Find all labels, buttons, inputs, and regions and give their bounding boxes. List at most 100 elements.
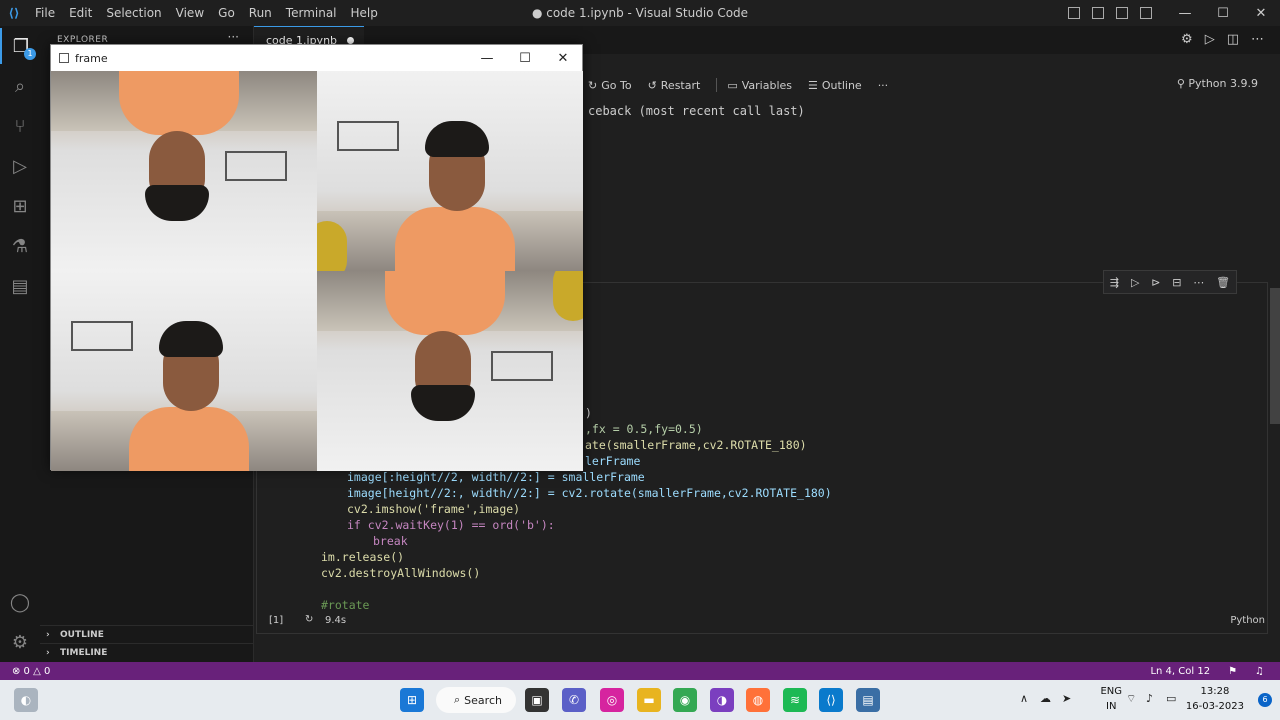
instagram-icon[interactable]: ◎ — [600, 688, 624, 712]
kernel-icon: ⚲ — [1176, 77, 1189, 90]
search-icon[interactable]: ⌕ — [0, 68, 40, 104]
execute-below-icon[interactable]: ⊳ — [1151, 276, 1160, 289]
show-hidden-icons-icon[interactable]: ∧ — [1020, 692, 1028, 705]
sidebar-more-button[interactable]: ··· — [228, 30, 239, 44]
menu-terminal[interactable]: Terminal — [279, 0, 344, 26]
split-cell-icon[interactable]: ⊟ — [1172, 276, 1181, 289]
widgets-icon[interactable]: ◐ — [14, 688, 38, 712]
explorer-badge: 1 — [24, 48, 36, 60]
window-icon — [59, 53, 69, 63]
search-icon: ⌕ — [454, 693, 461, 706]
restart-button[interactable]: ↺ Restart — [648, 79, 701, 92]
code-line: if cv2.waitKey(1) == ord('b'): — [347, 518, 555, 532]
title-bar: ⟨⟩ File Edit Selection View Go Run Termi… — [0, 0, 1280, 26]
scrollbar[interactable] — [1270, 288, 1280, 424]
toggle-sidebar-icon[interactable] — [1068, 7, 1080, 19]
volume-icon[interactable]: ♪ — [1146, 692, 1153, 705]
frame-maximize-button[interactable]: ☐ — [506, 45, 544, 71]
menu-run[interactable]: Run — [242, 0, 279, 26]
execution-count: [1] — [269, 615, 284, 626]
run-debug-icon[interactable]: ▷ — [0, 148, 40, 184]
outline-button[interactable]: ☰ Outline — [808, 79, 862, 92]
frame-window[interactable]: frame — ☐ ✕ — [50, 44, 583, 471]
variables-icon: ▭ — [727, 78, 738, 92]
account-icon[interactable]: ◯ — [0, 584, 40, 620]
split-editor-icon[interactable]: ◫ — [1227, 32, 1239, 47]
frame-quadrant-top-left — [51, 71, 317, 271]
mask-app-icon[interactable]: ◑ — [710, 688, 734, 712]
delete-cell-icon[interactable]: 🗑 — [1216, 276, 1230, 289]
frame-close-button[interactable]: ✕ — [544, 45, 582, 71]
code-line: ate(smallerFrame,cv2.ROTATE_180) — [585, 438, 807, 452]
execute-above-icon[interactable]: ▷ — [1131, 276, 1139, 289]
battery-icon[interactable]: ▭ — [1166, 692, 1176, 705]
restart-icon: ↺ — [647, 78, 657, 92]
goto-icon: ↻ — [588, 78, 598, 92]
problems-indicator[interactable]: ⊗ 0 △ 0 — [12, 666, 50, 677]
toggle-panel-icon[interactable] — [1092, 7, 1104, 19]
frame-title: frame — [75, 51, 108, 65]
clock[interactable]: 13:28 16-03-2023 — [1186, 684, 1244, 714]
source-control-icon[interactable]: ⑂ — [0, 108, 40, 144]
unsaved-dot-icon[interactable] — [347, 37, 355, 44]
frame-titlebar[interactable]: frame — ☐ ✕ — [51, 45, 582, 71]
close-button[interactable]: ✕ — [1242, 0, 1280, 26]
toggle-secondary-sidebar-icon[interactable] — [1116, 7, 1128, 19]
code-line: im.release() — [321, 550, 405, 564]
maximize-button[interactable]: ☐ — [1204, 0, 1242, 26]
extensions-icon[interactable]: ⊞ — [0, 188, 40, 224]
cursor-position[interactable]: Ln 4, Col 12 — [1150, 666, 1210, 677]
variables-button[interactable]: ▭ Variables — [727, 79, 792, 92]
execution-duration: 9.4s — [325, 615, 347, 626]
send-icon[interactable]: ➤ — [1062, 692, 1071, 705]
menu-go[interactable]: Go — [211, 0, 242, 26]
input-language[interactable]: ENG IN — [1100, 684, 1122, 714]
menu-help[interactable]: Help — [344, 0, 385, 26]
sidebar-section-outline[interactable]: › OUTLINE — [40, 625, 254, 643]
wifi-icon[interactable]: ⌔ — [1126, 692, 1136, 706]
goto-button[interactable]: ↻ Go To — [588, 79, 632, 92]
taskbar: ◐ ⊞ ⌕ Search ▣ ✆ ◎ ▬ ◉ ◑ ◍ ≋ ⟨⟩ ▤ ∧ ☁ ➤ … — [0, 680, 1280, 720]
more-actions-icon[interactable]: ⋯ — [1251, 32, 1264, 47]
frame-quadrant-bottom-left — [51, 271, 317, 471]
run-all-icon[interactable]: ▷ — [1205, 32, 1215, 47]
notebook-icon[interactable]: ▤ — [0, 268, 40, 304]
settings-gear-icon[interactable]: ⚙ — [0, 624, 40, 660]
vscode-taskbar-icon[interactable]: ⟨⟩ — [819, 688, 843, 712]
cell-toolbar: ⇶ ▷ ⊳ ⊟ ⋯ 🗑 — [1103, 270, 1237, 294]
toolbar-more-button[interactable]: ··· — [878, 79, 889, 92]
onedrive-icon[interactable]: ☁ — [1040, 692, 1051, 705]
output-text: ceback (most recent call last) — [588, 104, 805, 118]
kernel-picker[interactable]: ⚲ Python 3.9.9 — [1177, 77, 1258, 90]
feedback-icon[interactable]: ⚑ — [1228, 666, 1237, 677]
frame-minimize-button[interactable]: — — [468, 45, 506, 71]
menu-selection[interactable]: Selection — [99, 0, 168, 26]
chrome-icon[interactable]: ◉ — [673, 688, 697, 712]
file-explorer-icon[interactable]: ▬ — [637, 688, 661, 712]
teams-chat-icon[interactable]: ✆ — [562, 688, 586, 712]
testing-icon[interactable]: ⚗ — [0, 228, 40, 264]
explorer-icon[interactable]: ❐ 1 — [0, 28, 40, 64]
chevron-right-icon: › — [46, 629, 50, 640]
run-by-line-icon[interactable]: ⇶ — [1110, 276, 1119, 289]
python-window-icon[interactable]: ▤ — [856, 688, 880, 712]
code-line: ,fx = 0.5,fy=0.5) — [585, 422, 703, 436]
menu-edit[interactable]: Edit — [62, 0, 99, 26]
task-view-icon[interactable]: ▣ — [525, 688, 549, 712]
sidebar-section-timeline[interactable]: › TIMELINE — [40, 643, 254, 661]
notification-count-badge[interactable]: 6 — [1258, 693, 1272, 707]
cell-language[interactable]: Python — [1230, 615, 1265, 626]
customize-layout-icon[interactable] — [1140, 7, 1152, 19]
notifications-bell-icon[interactable]: ♫ — [1255, 666, 1264, 677]
taskbar-search[interactable]: ⌕ Search — [436, 687, 516, 713]
code-line: image[height//2:, width//2:] = cv2.rotat… — [347, 486, 832, 500]
start-button-icon[interactable]: ⊞ — [400, 688, 424, 712]
firefox-icon[interactable]: ◍ — [746, 688, 770, 712]
menu-file[interactable]: File — [28, 0, 62, 26]
outline-icon: ☰ — [808, 78, 818, 92]
cell-more-icon[interactable]: ⋯ — [1193, 276, 1204, 289]
minimize-button[interactable]: — — [1166, 0, 1204, 26]
menu-view[interactable]: View — [169, 0, 211, 26]
notebook-settings-icon[interactable]: ⚙ — [1181, 32, 1193, 47]
spotify-icon[interactable]: ≋ — [783, 688, 807, 712]
